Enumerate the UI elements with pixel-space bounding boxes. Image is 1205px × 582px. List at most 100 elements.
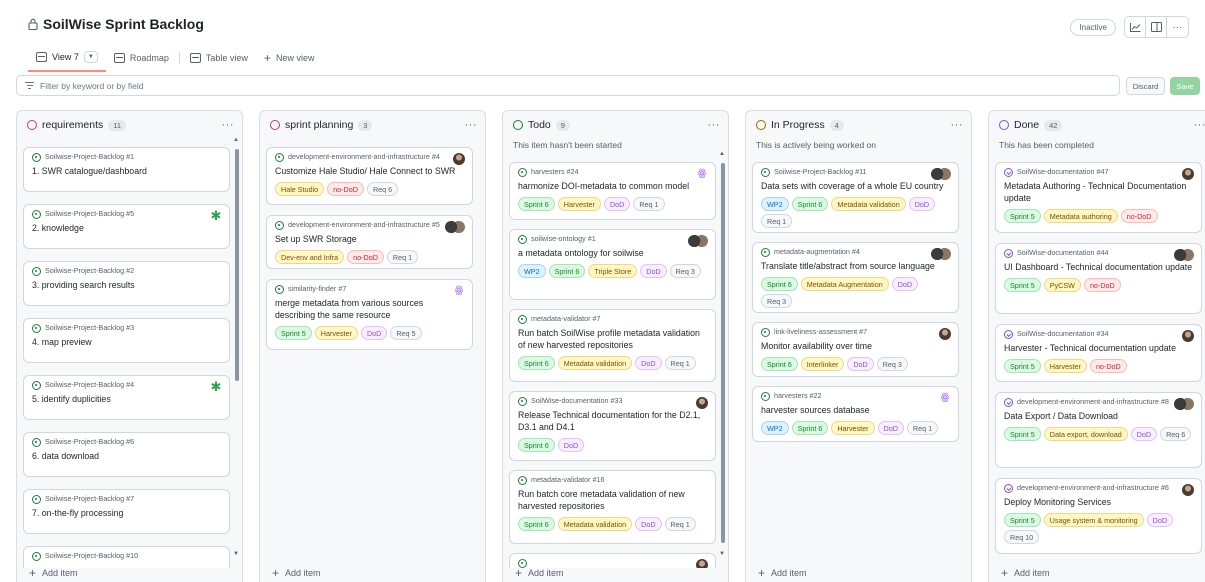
label-badge[interactable]: Usage system & monitoring: [1043, 513, 1144, 527]
issue-card[interactable]: Soilwise-Project-Backlog #1 1. SWR catalo…: [23, 147, 230, 192]
insights-chart-icon[interactable]: [1125, 17, 1146, 37]
label-badge[interactable]: no-DoD: [327, 182, 364, 196]
scrollbar[interactable]: [235, 149, 239, 381]
card-title[interactable]: 4. map preview: [32, 336, 221, 348]
issue-card[interactable]: Soilwise-Project-Backlog #5 2. knowledge ✱: [23, 204, 230, 249]
card-title[interactable]: Data Export / Data Download: [1004, 410, 1193, 422]
issue-card[interactable]: metadata-validator #16 Run batch core met…: [509, 470, 716, 544]
issue-card[interactable]: harvesters #24 harmonize DOI-metadata to …: [509, 162, 716, 220]
card-repo-text[interactable]: Soilwise-Project-Backlog #5: [45, 210, 134, 218]
side-panel-icon[interactable]: [1146, 17, 1167, 37]
add-item-button[interactable]: + Add item: [272, 566, 321, 580]
card-title[interactable]: Data sets with coverage of a whole EU co…: [761, 180, 950, 192]
label-badge[interactable]: DoD: [908, 197, 936, 211]
label-badge[interactable]: Sprint 6: [518, 517, 555, 531]
label-badge[interactable]: Req 1: [664, 356, 696, 370]
card-title[interactable]: Release Technical documentation for the …: [518, 409, 707, 433]
label-badge[interactable]: DoD: [635, 356, 662, 370]
label-badge[interactable]: Req 1: [664, 517, 696, 531]
label-badge[interactable]: Harvester: [831, 421, 875, 435]
card-repo-text[interactable]: similarity-finder #7: [288, 285, 346, 293]
issue-card[interactable]: Soilwise-Project-Backlog #4 5. identify d…: [23, 375, 230, 420]
card-title[interactable]: Deploy Monitoring Services: [1004, 496, 1193, 508]
issue-card[interactable]: SoilWise-documentation #44 UI Dashboard -…: [995, 243, 1202, 314]
label-badge[interactable]: Sprint 6: [518, 356, 555, 370]
more-options-icon[interactable]: ···: [1167, 17, 1188, 37]
label-badge[interactable]: Sprint 5: [275, 326, 312, 340]
tab-table-view[interactable]: Table view: [182, 50, 256, 66]
label-badge[interactable]: Metadata validation: [831, 197, 906, 211]
issue-card[interactable]: metadata-validator #7 Run batch SoilWise …: [509, 309, 716, 382]
label-badge[interactable]: Sprint 6: [518, 438, 555, 452]
issue-card[interactable]: Soilwise-Project-Backlog #11 Data sets wi…: [752, 162, 959, 233]
label-badge[interactable]: Metadata authoring: [1043, 209, 1118, 223]
label-badge[interactable]: Data export, download: [1043, 427, 1128, 441]
card-title[interactable]: Run batch SoilWise profile metadata vali…: [518, 327, 707, 351]
issue-card[interactable]: soilwise-ontology #1 a metadata ontology …: [509, 229, 716, 300]
filter-input[interactable]: Filter by keyword or by field: [16, 75, 1120, 96]
card-title[interactable]: 7. on-the-fly processing: [32, 507, 221, 519]
issue-card[interactable]: Soilwise-Project-Backlog #3 4. map previe…: [23, 318, 230, 363]
issue-card[interactable]: similarity-finder #7 merge metadata from …: [266, 279, 473, 350]
label-badge[interactable]: Harvester: [314, 326, 358, 340]
issue-card[interactable]: development-environment-and-infrastructu…: [995, 392, 1202, 468]
card-repo-text[interactable]: Soilwise-Project-Backlog #3: [45, 324, 134, 332]
label-badge[interactable]: no-DoD: [347, 250, 384, 264]
card-title[interactable]: 2. knowledge: [32, 222, 221, 234]
card-repo-text[interactable]: development-environment-and-infrastructu…: [1017, 398, 1169, 406]
label-badge[interactable]: Harvester: [1043, 359, 1087, 373]
add-item-button[interactable]: + Add item: [29, 566, 78, 580]
issue-card[interactable]: Soilwise-Project-Backlog #6 6. data downl…: [23, 432, 230, 477]
label-badge[interactable]: Harvester: [557, 197, 601, 211]
label-badge[interactable]: Sprint 5: [1004, 209, 1041, 223]
label-badge[interactable]: Req 5: [390, 326, 422, 340]
label-badge[interactable]: Req 1: [761, 214, 793, 228]
label-badge[interactable]: Dev-env and Infra: [275, 250, 345, 264]
card-repo-text[interactable]: SoilWise-documentation #47: [1017, 168, 1109, 176]
card-repo-text[interactable]: development-environment-and-infrastructu…: [288, 221, 440, 229]
card-title[interactable]: Customize Hale Studio/ Hale Connect to S…: [275, 165, 464, 177]
label-badge[interactable]: PyCSW: [1043, 278, 1081, 292]
label-badge[interactable]: no-DoD: [1089, 359, 1127, 373]
scroll-up-icon[interactable]: ▲: [233, 137, 239, 143]
label-badge[interactable]: Sprint 5: [1004, 427, 1041, 441]
card-title[interactable]: harmonize DOI-metadata to common model: [518, 180, 707, 192]
label-badge[interactable]: Req 10: [1004, 530, 1040, 544]
label-badge[interactable]: Sprint 6: [548, 264, 586, 278]
add-item-button[interactable]: + Add item: [515, 566, 564, 580]
label-badge[interactable]: DoD: [1130, 427, 1158, 441]
card-title[interactable]: Translate title/abstract from source lan…: [761, 260, 950, 272]
label-badge[interactable]: Req 3: [876, 357, 908, 371]
label-badge[interactable]: Sprint 5: [1004, 359, 1041, 373]
card-title[interactable]: Set up SWR Storage: [275, 233, 464, 245]
label-badge[interactable]: Sprint 5: [1004, 513, 1041, 527]
card-title[interactable]: 5. identify duplicities: [32, 393, 221, 405]
scrollbar[interactable]: [721, 163, 725, 543]
label-badge[interactable]: DoD: [640, 264, 667, 278]
new-view-button[interactable]: + New view: [256, 48, 323, 68]
issue-card[interactable]: SoilWise-documentation #33 Release Techni…: [509, 391, 716, 461]
issue-card[interactable]: development-environment-and-infrastructu…: [266, 147, 473, 205]
card-repo-text[interactable]: metadata-augmentation #4: [774, 248, 860, 256]
chevron-down-icon[interactable]: ▼: [83, 51, 98, 63]
label-badge[interactable]: DoD: [877, 421, 904, 435]
status-badge[interactable]: Inactive: [1070, 18, 1116, 36]
label-badge[interactable]: DoD: [635, 517, 662, 531]
card-repo-text[interactable]: Soilwise-Project-Backlog #1: [45, 153, 134, 161]
label-badge[interactable]: DoD: [603, 197, 631, 211]
card-title[interactable]: UI Dashboard - Technical documentation u…: [1004, 261, 1193, 273]
card-repo-text[interactable]: SoilWise-documentation #33: [531, 397, 623, 405]
card-title[interactable]: 1. SWR catalogue/dashboard: [32, 165, 221, 177]
label-badge[interactable]: Sprint 6: [791, 421, 829, 435]
issue-card[interactable]: SoilWise-documentation #34 Harvester - Te…: [995, 324, 1202, 382]
label-badge[interactable]: no-DoD: [1120, 209, 1158, 223]
label-badge[interactable]: Sprint 6: [791, 197, 829, 211]
issue-card[interactable]: link-liveliness-assessment #7 Monitor ava…: [752, 322, 959, 377]
label-badge[interactable]: WP2: [518, 264, 546, 278]
card-title[interactable]: Metadata Authoring - Technical Documenta…: [1004, 180, 1193, 204]
card-repo-text[interactable]: metadata-validator #16: [531, 476, 605, 484]
issue-card[interactable]: harvesters #22 harvester sources database…: [752, 386, 959, 442]
card-title[interactable]: 3. providing search results: [32, 279, 221, 291]
card-repo-text[interactable]: Soilwise-Project-Backlog #2: [45, 267, 134, 275]
card-repo-text[interactable]: Soilwise-Project-Backlog #4: [45, 381, 134, 389]
